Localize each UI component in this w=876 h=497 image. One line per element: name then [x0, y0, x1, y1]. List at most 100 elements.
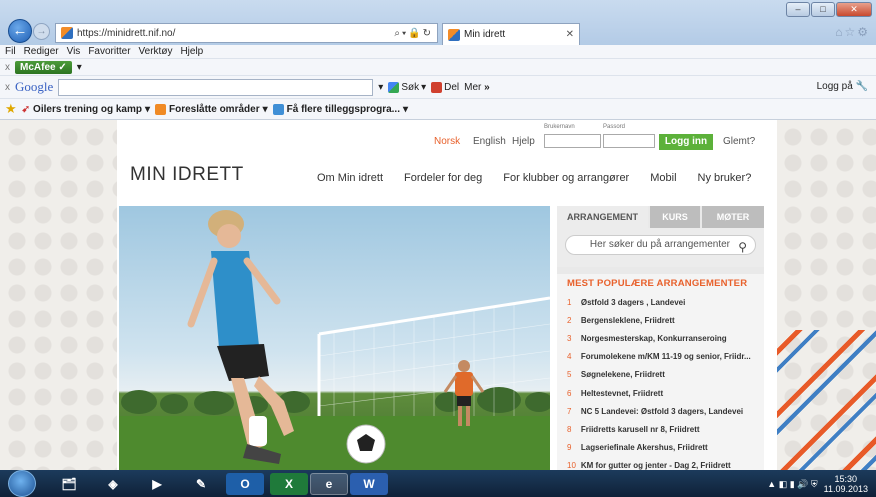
forgot-password-link[interactable]: Glemt? [723, 136, 755, 147]
item-link[interactable]: KM for gutter og jenter - Dag 2, Friidre… [581, 461, 754, 470]
search-icon[interactable]: ⚲ [738, 238, 747, 256]
address-bar[interactable]: https://minidrett.nif.no/ ⌕▾🔒↻ [55, 23, 438, 43]
item-link[interactable]: Søgnelekene, Friidrett [581, 370, 754, 379]
nav-om[interactable]: Om Min idrett [317, 172, 383, 184]
event-sidebar: ARRANGEMENT KURS MØTER Her søker du på a… [557, 206, 764, 470]
nav-mobil[interactable]: Mobil [650, 172, 676, 184]
list-item[interactable]: 2 Bergensleklene, Friidrett [567, 311, 754, 329]
list-item[interactable]: 7 NC 5 Landevei: Østfold 3 dagers, Landev… [567, 402, 754, 420]
popular-title: MEST POPULÆRE ARRANGEMENTER [567, 278, 748, 289]
media-player-icon[interactable]: ▶ [138, 473, 176, 495]
google-logo: Google [15, 79, 54, 94]
list-item[interactable]: 6 Heltestevnet, Friidrett [567, 384, 754, 402]
tab-close-icon[interactable]: ✕ [566, 29, 574, 40]
item-link[interactable]: Norgesmesterskap, Konkurranseroing [581, 334, 754, 343]
password-label: Passord [603, 124, 626, 130]
google-toolbar: x Google ▾ Søk ▾ Del Mer » Logg på 🔧 [0, 75, 876, 98]
oilers-icon: ➹ [21, 103, 31, 115]
google-more-button[interactable]: Mer » [464, 82, 490, 93]
list-item[interactable]: 8 Friidretts karusell nr 8, Friidrett [567, 420, 754, 438]
google-icon [388, 81, 400, 93]
tab-moter[interactable]: MØTER [702, 206, 764, 228]
menu-rediger[interactable]: Rediger [24, 46, 59, 57]
fav-tillegg[interactable]: Få flere tilleggsprogra... ▾ [272, 103, 408, 115]
event-search-input[interactable]: Her søker du på arrangementer ⚲ [565, 235, 756, 255]
url-text[interactable]: https://minidrett.nif.no/ [77, 28, 175, 39]
item-link[interactable]: Heltestevnet, Friidrett [581, 389, 754, 398]
forward-button[interactable]: → [33, 23, 50, 40]
list-item[interactable]: 5 Søgnelekene, Friidrett [567, 366, 754, 384]
password-field[interactable] [603, 134, 655, 148]
nav-fordeler[interactable]: Fordeler for deg [404, 172, 482, 184]
nav-klubber[interactable]: For klubber og arrangører [503, 172, 629, 184]
system-tray: ▲ ◧ ▮ 🔊 ⛨ 15:30 11.09.2013 [767, 474, 868, 494]
item-number: 7 [567, 406, 572, 416]
address-controls-icon[interactable]: ⌕▾🔒↻ [394, 28, 433, 39]
google-share-button[interactable]: Del [431, 81, 459, 93]
menu-fil[interactable]: Fil [5, 46, 16, 57]
main-nav: Om Min idrett Fordeler for deg For klubb… [317, 172, 751, 184]
list-item[interactable]: 4 Forumolekene m/KM 11-19 og senior, Frii… [567, 348, 754, 366]
fav-oilers[interactable]: ➹ Oilers trening og kamp ▾ [22, 104, 150, 115]
item-number: 4 [567, 352, 572, 362]
google-search-input[interactable] [58, 78, 374, 96]
nav-ny-bruker[interactable]: Ny bruker? [698, 172, 752, 184]
username-field[interactable] [544, 134, 601, 148]
item-link[interactable]: Friidretts karusell nr 8, Friidrett [581, 425, 754, 434]
clock[interactable]: 15:30 11.09.2013 [824, 474, 868, 494]
item-number: 8 [567, 424, 572, 434]
item-link[interactable]: Forumolekene m/KM 11-19 og senior, Friid… [581, 352, 754, 361]
fav-tillegg-label: Få flere tilleggsprogra... [286, 103, 400, 115]
menu-verktoy[interactable]: Verktøy [139, 46, 173, 57]
lang-english-link[interactable]: English [473, 136, 506, 147]
help-link[interactable]: Hjelp [512, 136, 535, 147]
username-label: Brukernavn [544, 124, 575, 130]
chevron-down-icon[interactable]: ▾ [378, 82, 383, 93]
tray-icons[interactable]: ▲ ◧ ▮ 🔊 ⛨ [767, 479, 817, 490]
mcafee-button[interactable]: McAfee ✓ [15, 60, 72, 74]
app-icon[interactable]: ◈ [94, 473, 132, 495]
tab-min-idrett[interactable]: Min idrett ✕ [442, 23, 580, 45]
back-button[interactable]: ← [8, 19, 32, 43]
site-logo[interactable]: MIN IDRETT [130, 164, 244, 186]
tree-line [121, 387, 550, 415]
maximize-button[interactable]: □ [811, 2, 835, 17]
list-item[interactable]: 1 Østfold 3 dagers , Landevei [567, 293, 754, 311]
menu-vis[interactable]: Vis [67, 46, 81, 57]
excel-icon[interactable]: X [270, 473, 308, 495]
start-button[interactable] [8, 470, 36, 497]
tab-arrangement[interactable]: ARRANGEMENT [557, 206, 648, 228]
popular-events: MEST POPULÆRE ARRANGEMENTER 1 Østfold 3 d… [557, 274, 764, 470]
menu-hjelp[interactable]: Hjelp [180, 46, 203, 57]
login-button[interactable]: Logg inn [659, 134, 713, 150]
word-icon[interactable]: W [350, 473, 388, 495]
item-link[interactable]: Østfold 3 dagers , Landevei [581, 298, 754, 307]
list-item[interactable]: 9 Lagseriefinale Akershus, Friidrett [567, 439, 754, 457]
item-number: 2 [567, 315, 572, 325]
close-button[interactable]: ✕ [836, 2, 872, 17]
chevron-down-icon[interactable]: ▾ [77, 62, 82, 73]
list-item[interactable]: 3 Norgesmesterskap, Konkurranseroing [567, 329, 754, 347]
fav-foreslatte[interactable]: Foreslåtte områder ▾ [155, 103, 268, 115]
home-star-gear-icon[interactable]: ⌂☆⚙ [835, 25, 870, 39]
google-search-button[interactable]: Søk ▾ [388, 81, 426, 93]
item-link[interactable]: Bergensleklene, Friidrett [581, 316, 754, 325]
minimize-button[interactable]: – [786, 2, 810, 17]
close-toolbar-icon[interactable]: x [5, 82, 10, 93]
menu-favoritter[interactable]: Favoritter [88, 46, 130, 57]
tab-kurs[interactable]: KURS [650, 206, 700, 228]
item-number: 5 [567, 370, 572, 380]
site-container: Norsk English Hjelp Brukernavn Passord L… [117, 120, 777, 470]
site-favicon-icon [61, 27, 73, 39]
close-toolbar-icon[interactable]: x [5, 62, 10, 73]
outlook-icon[interactable]: O [226, 473, 264, 495]
paint-icon[interactable]: ✎ [182, 473, 220, 495]
explorer-icon[interactable]: 🗂 [50, 473, 88, 495]
item-link[interactable]: NC 5 Landevei: Østfold 3 dagers, Landeve… [581, 407, 754, 416]
logg-pa-button[interactable]: Logg på 🔧 [817, 81, 868, 92]
list-item[interactable]: 10 KM for gutter og jenter - Dag 2, Friid… [567, 457, 754, 470]
lang-norsk-link[interactable]: Norsk [434, 136, 460, 147]
internet-explorer-icon[interactable]: e [310, 473, 348, 495]
favorites-star-icon[interactable]: ★ [5, 101, 17, 117]
item-link[interactable]: Lagseriefinale Akershus, Friidrett [581, 443, 754, 452]
